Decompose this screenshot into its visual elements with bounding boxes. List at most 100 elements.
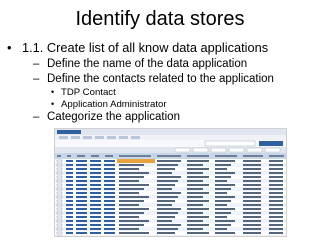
row-checkbox xyxy=(56,187,63,191)
row-cell-text xyxy=(243,232,261,234)
row-cell-text xyxy=(157,192,181,194)
row-link xyxy=(90,172,101,174)
highlighted-cell xyxy=(117,159,155,163)
row-link xyxy=(66,188,73,190)
column-header-label xyxy=(187,155,209,157)
menu-item xyxy=(59,136,68,139)
row-cell-text xyxy=(215,176,231,178)
menu-item xyxy=(83,136,92,139)
row-link xyxy=(104,224,115,226)
row-cell-text xyxy=(187,180,203,182)
bullet-text: Categorize the application xyxy=(47,111,180,123)
row-cell-text xyxy=(269,220,283,222)
filter-chip xyxy=(174,147,191,153)
row-cell-text xyxy=(119,216,139,218)
row-link xyxy=(90,208,101,210)
row-link xyxy=(90,216,101,218)
row-link xyxy=(76,236,87,237)
row-cell-text xyxy=(215,232,235,234)
row-cell-text xyxy=(119,176,144,178)
row-cell-text xyxy=(187,224,209,226)
table-row xyxy=(55,235,286,236)
row-cell-text xyxy=(243,192,261,194)
row-link xyxy=(90,236,101,237)
row-cell-text xyxy=(215,224,231,226)
row-cell-text xyxy=(119,204,139,206)
row-cell-text xyxy=(157,208,181,210)
row-link xyxy=(66,216,73,218)
bullet-marker: • xyxy=(51,87,55,97)
row-cell-text xyxy=(119,232,149,234)
row-cell-text xyxy=(243,228,261,230)
window-logo xyxy=(57,130,81,134)
row-cell-text xyxy=(269,180,283,182)
row-checkbox xyxy=(56,211,63,215)
row-cell-text xyxy=(243,212,261,214)
row-link xyxy=(76,180,87,182)
filter-chip xyxy=(246,147,263,153)
dash-marker: – xyxy=(33,73,40,85)
menu-item xyxy=(107,136,116,139)
row-cell-text xyxy=(157,196,178,198)
row-link xyxy=(66,212,73,214)
column-header-label xyxy=(67,155,71,157)
row-cell-text xyxy=(243,188,261,190)
bullet-list: • 1.1. Create list of all know data appl… xyxy=(0,0,320,125)
row-link xyxy=(104,168,115,170)
row-link xyxy=(90,188,101,190)
row-cell-text xyxy=(243,164,261,166)
bullet-text: TDP Contact xyxy=(61,87,116,98)
row-link xyxy=(90,192,101,194)
row-link xyxy=(66,200,73,202)
row-link xyxy=(66,220,73,222)
row-link xyxy=(104,220,115,222)
row-cell-text xyxy=(215,228,227,230)
row-link xyxy=(66,232,73,234)
row-checkbox xyxy=(56,171,63,175)
row-cell-text xyxy=(187,164,203,166)
column-header-label xyxy=(269,155,284,157)
filter-chip xyxy=(192,147,209,153)
row-link xyxy=(104,228,115,230)
row-link xyxy=(104,176,115,178)
row-link xyxy=(90,224,101,226)
row-cell-text xyxy=(269,172,283,174)
row-link xyxy=(76,200,87,202)
row-cell-text xyxy=(243,168,261,170)
bullet-marker: • xyxy=(51,99,55,109)
row-cell-text xyxy=(243,176,261,178)
row-link xyxy=(76,220,87,222)
search-box xyxy=(204,140,256,147)
row-cell-text xyxy=(187,216,209,218)
row-cell-text xyxy=(243,184,261,186)
row-link xyxy=(76,192,87,194)
filter-chip xyxy=(228,147,245,153)
row-cell-text xyxy=(187,188,203,190)
row-link xyxy=(76,216,87,218)
row-cell-text xyxy=(215,236,231,237)
row-cell-text xyxy=(157,220,172,222)
row-checkbox xyxy=(56,175,63,179)
dash-marker: – xyxy=(33,111,40,123)
row-cell-text xyxy=(119,168,139,170)
column-header-label xyxy=(57,155,61,157)
row-cell-text xyxy=(187,204,203,206)
row-cell-text xyxy=(157,236,172,237)
row-checkbox xyxy=(56,219,63,223)
row-checkbox xyxy=(56,159,63,163)
row-cell-text xyxy=(269,168,283,170)
row-cell-text xyxy=(157,200,175,202)
row-link xyxy=(104,188,115,190)
row-link xyxy=(66,224,73,226)
row-checkbox xyxy=(56,167,63,171)
row-link xyxy=(90,176,101,178)
row-cell-text xyxy=(157,228,178,230)
row-link xyxy=(66,236,73,237)
row-cell-text xyxy=(187,160,209,162)
row-link xyxy=(76,184,87,186)
row-cell-text xyxy=(157,224,181,226)
row-link xyxy=(90,160,101,162)
row-checkbox xyxy=(56,231,63,235)
row-cell-text xyxy=(215,212,231,214)
row-link xyxy=(76,196,87,198)
